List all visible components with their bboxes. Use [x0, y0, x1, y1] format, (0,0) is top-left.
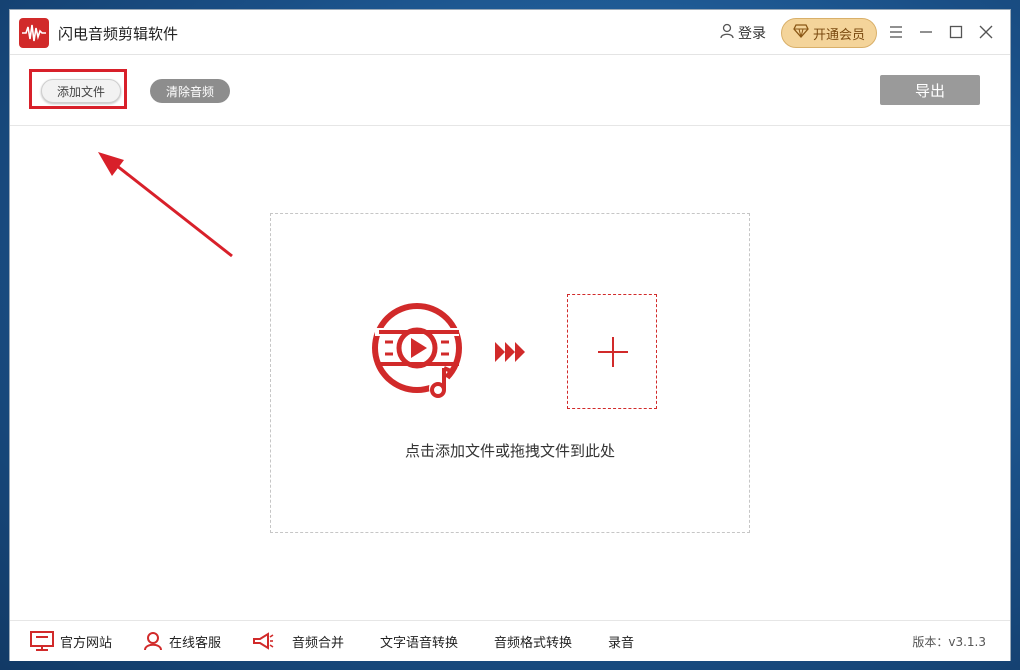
official-website-label: 官方网站	[60, 635, 113, 651]
media-file-icon	[372, 303, 462, 400]
fast-forward-icon	[495, 342, 525, 362]
user-icon	[720, 23, 734, 43]
monitor-icon	[30, 631, 54, 651]
official-website-link[interactable]: 官方网站	[30, 631, 112, 651]
toolbar: 添加文件 清除音频 导出	[10, 55, 1010, 126]
bottom-bar: 官方网站 在线客服 音频合并 文字语音转换 音频格式转换 录音 版本：v3.1.…	[10, 620, 1010, 661]
audio-merge-label: 音频合并	[292, 635, 345, 651]
drop-hint-text: 点击添加文件或拖拽文件到此处	[404, 442, 615, 460]
login-label: 登录	[738, 26, 766, 42]
online-service-link[interactable]: 在线客服	[143, 631, 221, 651]
clear-audio-button[interactable]: 清除音频	[150, 79, 230, 103]
app-window: 闪电音频剪辑软件 登录 开通会员 添加文件 清除音频 导出 点击添加文件或拖拽文…	[10, 10, 1010, 661]
vip-label: 开通会员	[812, 27, 865, 43]
plus-icon	[598, 337, 628, 367]
close-icon	[979, 25, 993, 39]
version-label: 版本：v3.1.3	[912, 635, 986, 649]
online-service-label: 在线客服	[169, 635, 222, 651]
menu-icon	[890, 26, 902, 38]
close-button[interactable]	[976, 22, 996, 42]
annotation-arrow	[98, 152, 233, 258]
maximize-icon	[949, 25, 963, 39]
add-file-target[interactable]	[567, 294, 657, 409]
user-icon	[144, 632, 162, 651]
file-drop-zone[interactable]: 点击添加文件或拖拽文件到此处	[270, 213, 750, 533]
megaphone-icon	[253, 632, 274, 650]
record-link[interactable]: 录音	[608, 631, 634, 651]
diamond-icon	[793, 24, 809, 42]
audio-format-link[interactable]: 音频格式转换	[494, 631, 572, 651]
login-button[interactable]: 登录	[720, 23, 766, 43]
maximize-button[interactable]	[946, 22, 966, 42]
text-speech-link[interactable]: 文字语音转换	[380, 631, 458, 651]
app-logo-icon	[19, 18, 49, 48]
export-button[interactable]: 导出	[880, 75, 980, 105]
vip-button[interactable]: 开通会员	[781, 18, 877, 48]
minimize-icon	[920, 31, 932, 33]
add-file-button[interactable]: 添加文件	[41, 79, 121, 103]
menu-button[interactable]	[886, 22, 906, 42]
title-bar: 闪电音频剪辑软件 登录 开通会员	[10, 10, 1010, 55]
audio-merge-link[interactable]: 音频合并	[252, 631, 344, 651]
minimize-button[interactable]	[916, 22, 936, 42]
app-title: 闪电音频剪辑软件	[58, 25, 179, 43]
